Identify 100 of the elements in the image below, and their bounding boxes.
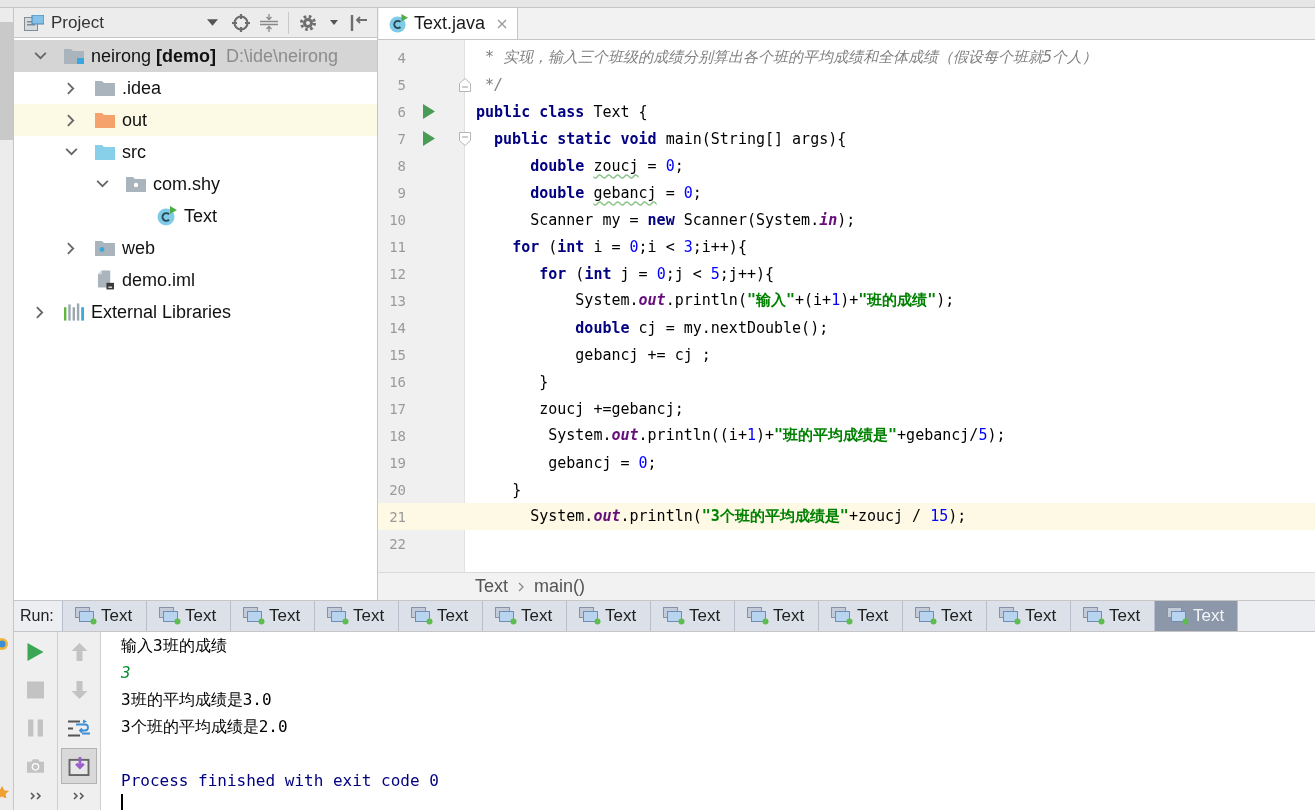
- line-number: 19: [389, 454, 406, 471]
- tree-item[interactable]: Text: [14, 200, 377, 232]
- run-tab[interactable]: Text: [566, 601, 650, 631]
- code-line: for (int j = 0;j < 5;j++){: [539, 264, 775, 283]
- code-line: gebancj = 0;: [548, 453, 657, 472]
- line-number: 14: [389, 319, 406, 336]
- panel-title[interactable]: Project: [51, 12, 104, 33]
- window-icon: [159, 607, 181, 625]
- code-line: System.out.println("3个班的平均成绩是"+zoucj / 15);: [530, 507, 967, 526]
- scroll-to-end-icon: [68, 756, 90, 776]
- chevron-down-icon[interactable]: [95, 180, 109, 188]
- window-icon: [1083, 607, 1105, 625]
- run-icon[interactable]: [423, 131, 435, 146]
- arrow-up-icon: [70, 643, 88, 661]
- line-number: 4: [397, 49, 406, 66]
- chevron-down-icon[interactable]: [64, 148, 78, 156]
- collapse-all-icon[interactable]: [260, 13, 278, 32]
- fold-icon[interactable]: [459, 131, 471, 146]
- fold-icon[interactable]: [459, 77, 471, 92]
- console-line: 3个班的平均成绩是2.0: [121, 716, 288, 738]
- code-line: public class Text {: [476, 102, 648, 121]
- window-icon: [75, 607, 97, 625]
- line-number: 12: [389, 265, 406, 282]
- line-number: 16: [389, 373, 406, 390]
- wrap-icon: [68, 718, 90, 738]
- tree-item[interactable]: web: [14, 232, 377, 264]
- folder-icon: [95, 144, 115, 160]
- line-number: 9: [397, 184, 406, 201]
- camera-icon: [27, 757, 44, 775]
- globe-icon[interactable]: [0, 638, 10, 650]
- console-line: 3: [121, 662, 131, 684]
- run-tab[interactable]: Text: [62, 601, 146, 631]
- close-icon[interactable]: [497, 18, 508, 29]
- code-line: gebancj += cj ;: [575, 345, 711, 364]
- console-line: Process finished with exit code 0: [121, 770, 439, 792]
- caret-down-icon[interactable]: [330, 20, 338, 25]
- line-number: 13: [389, 292, 406, 309]
- pause-icon: [27, 719, 44, 737]
- run-tab[interactable]: Text: [650, 601, 734, 631]
- run-tab[interactable]: Text: [482, 601, 566, 631]
- tree-item[interactable]: src: [14, 136, 377, 168]
- package-folder-icon: [126, 176, 146, 192]
- tree-item[interactable]: demo.iml: [14, 264, 377, 296]
- module-folder-icon: [64, 48, 84, 64]
- code-line: */: [485, 75, 504, 94]
- class-icon: [157, 206, 177, 226]
- console-line: 3班的平均成绩是3.0: [121, 689, 272, 711]
- arrow-down-icon: [70, 681, 88, 699]
- run-tab[interactable]: Text: [230, 601, 314, 631]
- run-icon[interactable]: [423, 104, 435, 119]
- window-icon: [831, 607, 853, 625]
- line-number: 21: [389, 508, 406, 525]
- star-icon[interactable]: [0, 786, 10, 798]
- window-icon: [915, 607, 937, 625]
- tree-item[interactable]: External Libraries: [14, 296, 377, 328]
- code-line: * 实现，输入三个班级的成绩分别算出各个班的平均成绩和全体成绩（假设每个班就5个人）: [485, 48, 1098, 67]
- window-icon: [663, 607, 685, 625]
- scroll-to-end-button[interactable]: [61, 748, 97, 784]
- run-tab[interactable]: Text: [146, 601, 230, 631]
- double-chevron-icon: [29, 792, 42, 800]
- tree-item[interactable]: neirong [demo] D:\ide\neirong: [14, 40, 377, 72]
- chevron-right-icon[interactable]: [67, 241, 75, 255]
- chevron-right-icon[interactable]: [67, 81, 75, 95]
- code-line: }: [512, 480, 522, 499]
- tree-item[interactable]: out: [14, 104, 377, 136]
- line-number: 22: [389, 535, 406, 552]
- run-tab[interactable]: Text: [398, 601, 482, 631]
- gear-icon[interactable]: [299, 13, 317, 32]
- breadcrumb-item[interactable]: main(): [534, 576, 586, 597]
- run-tab[interactable]: Text: [314, 601, 398, 631]
- line-number: 20: [389, 481, 406, 498]
- tree-item[interactable]: com.shy: [14, 168, 377, 200]
- code-line: double zoucj = 0;: [530, 156, 684, 175]
- code-line: }: [539, 372, 549, 391]
- run-tab[interactable]: Text: [818, 601, 902, 631]
- code-line: double cj = my.nextDouble();: [575, 318, 829, 337]
- library-icon: [63, 303, 85, 321]
- caret-down-icon[interactable]: [207, 19, 218, 26]
- editor-tab[interactable]: Text.java: [379, 8, 519, 39]
- project-view-icon: [24, 14, 44, 31]
- locate-icon[interactable]: [232, 13, 250, 32]
- hide-panel-icon[interactable]: [350, 13, 368, 32]
- run-label: Run:: [19, 606, 55, 626]
- window-icon: [411, 607, 433, 625]
- window-icon: [747, 607, 769, 625]
- run-tab[interactable]: Text: [902, 601, 986, 631]
- double-chevron-icon: [73, 792, 85, 800]
- play-icon: [27, 643, 44, 661]
- code-line: public static void main(String[] args){: [494, 129, 847, 148]
- run-tab[interactable]: Text: [986, 601, 1070, 631]
- breadcrumb-item[interactable]: Text: [475, 576, 508, 597]
- run-tab[interactable]: Text: [1070, 601, 1154, 631]
- chevron-right-icon[interactable]: [36, 305, 44, 319]
- tree-item[interactable]: .idea: [14, 72, 377, 104]
- window-icon: [999, 607, 1021, 625]
- chevron-right-icon[interactable]: [67, 113, 75, 127]
- line-number: 7: [397, 130, 406, 147]
- line-number: 5: [397, 76, 406, 93]
- run-tab[interactable]: Text: [734, 601, 818, 631]
- chevron-down-icon[interactable]: [33, 52, 47, 60]
